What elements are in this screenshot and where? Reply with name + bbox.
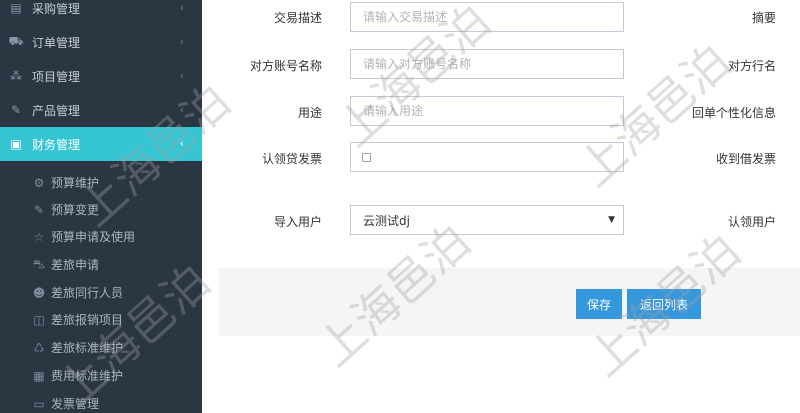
refresh-icon: ♺ — [33, 340, 45, 355]
users-icon: ☻ — [32, 285, 46, 300]
form-actions: 保存 返回列表 — [219, 268, 800, 336]
main-content: 交易描述 摘要 对方账号名称 对方行名 用途 回单个性化信息 认领贷发票 收到借… — [202, 0, 800, 413]
claim-invoice-checkbox[interactable] — [362, 153, 371, 162]
gear-icon: ⚙ — [33, 175, 45, 190]
sidebar-item-projects[interactable]: ⁂ 项目管理 ‹ — [0, 59, 202, 93]
sidebar-subitem-travel-companions[interactable]: ☻ 差旅同行人员 — [0, 279, 202, 306]
box-icon: ▦ — [33, 368, 45, 383]
sidebar-subitem-travel-reimburse[interactable]: ◫ 差旅报销项目 — [0, 306, 202, 333]
sidebar-item-products[interactable]: ✎ 产品管理 ‹ — [0, 93, 202, 127]
sidebar-subitem-travel-standard[interactable]: ♺ 差旅标准维护 — [0, 334, 202, 361]
edit-icon: ✎ — [10, 103, 22, 117]
clipboard-icon: ▤ — [10, 1, 22, 15]
import-user-value: 云测试dj — [363, 213, 410, 228]
star-icon: ☆ — [33, 229, 45, 244]
chevron-left-icon: ‹ — [179, 103, 184, 116]
caret-down-icon: ▼ — [608, 215, 615, 225]
sidebar-subitem-budget-change[interactable]: ✎ 预算变更 — [0, 196, 202, 223]
purpose-input[interactable] — [351, 97, 623, 125]
collect-invoice-label: 收到借发票 — [715, 152, 776, 166]
card-icon: ▭ — [33, 396, 45, 411]
claim-invoice-box — [350, 142, 624, 172]
account-name-field[interactable] — [350, 49, 624, 79]
sidebar-subitem-invoice[interactable]: ▭ 发票管理 — [0, 390, 202, 413]
summary-label: 摘要 — [751, 11, 776, 25]
purpose-label: 用途 — [298, 106, 323, 120]
sidebar-subitem-expense-standard[interactable]: ▦ 费用标准维护 — [0, 362, 202, 389]
sidebar-item-finance[interactable]: ▣ 财务管理 ‹ — [0, 127, 202, 161]
sidebar-subitem-budget-maintain[interactable]: ⚙ 预算维护 — [0, 169, 202, 196]
chevron-left-icon: ‹ — [179, 1, 184, 14]
sidebar-subitem-travel-apply[interactable]: ⛍ 差旅申请 — [0, 251, 202, 278]
personal-info-label: 回单个性化信息 — [691, 106, 776, 120]
purpose-field[interactable] — [350, 96, 624, 126]
money-icon: ▣ — [10, 137, 22, 151]
sidebar: ▤ 采购管理 ‹ ⛟ 订单管理 ‹ ⁂ 项目管理 ‹ ✎ 产品管理 ‹ ▣ 财务… — [0, 0, 202, 413]
chevron-left-icon: ‹ — [179, 35, 184, 48]
save-button[interactable]: 保存 — [576, 289, 622, 319]
sidebar-item-procurement[interactable]: ▤ 采购管理 ‹ — [0, 0, 202, 25]
desc-field[interactable] — [350, 2, 624, 32]
sitemap-icon: ⁂ — [10, 69, 22, 83]
tag-icon: ◫ — [33, 312, 45, 327]
account-name-label: 对方账号名称 — [250, 59, 323, 73]
desc-label: 交易描述 — [274, 11, 323, 25]
back-to-list-button[interactable]: 返回列表 — [627, 289, 701, 319]
account-name-input[interactable] — [351, 50, 623, 78]
cart-icon: ⛟ — [8, 34, 24, 48]
desc-input[interactable] — [351, 3, 623, 31]
claim-invoice-label: 认领贷发票 — [262, 152, 323, 166]
claim-user-label: 认领用户 — [727, 215, 776, 229]
chevron-left-icon: ‹ — [179, 69, 184, 82]
sidebar-subitem-budget-apply[interactable]: ☆ 预算申请及使用 — [0, 223, 202, 250]
bank-label: 对方行名 — [727, 59, 776, 73]
edit-icon: ✎ — [33, 202, 45, 217]
import-user-select[interactable]: 云测试dj ▼ — [350, 205, 624, 235]
chevron-left-icon: ‹ — [179, 137, 184, 150]
sidebar-item-orders[interactable]: ⛟ 订单管理 ‹ — [0, 25, 202, 59]
import-user-label: 导入用户 — [274, 215, 323, 229]
car-icon: ⛍ — [32, 256, 46, 271]
